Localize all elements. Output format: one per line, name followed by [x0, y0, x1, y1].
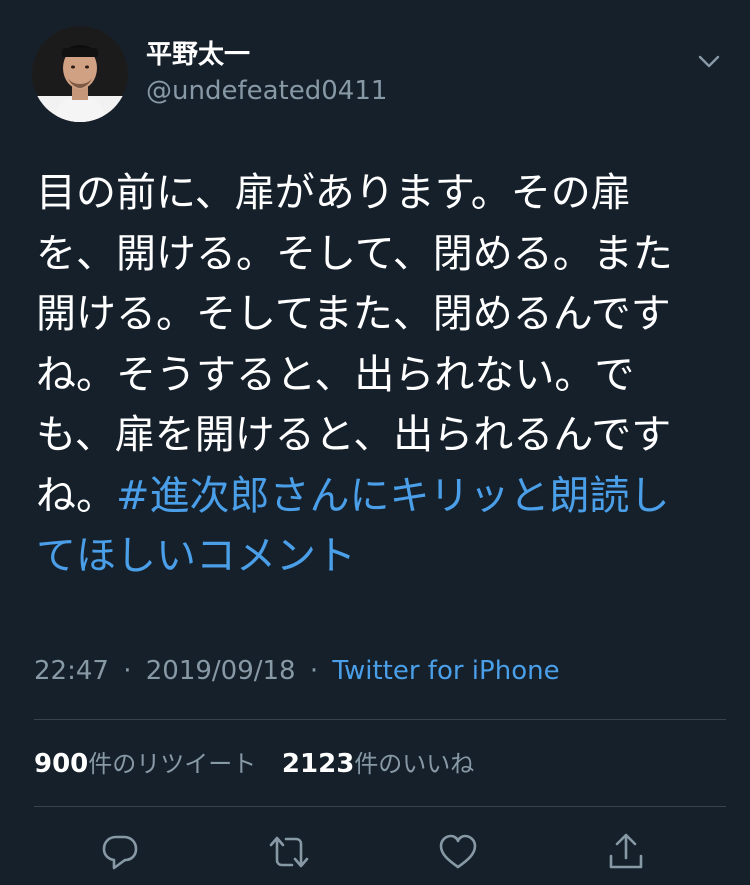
likes-label: 件のいいね — [354, 750, 475, 778]
user-handle[interactable]: @undefeated0411 — [146, 74, 387, 108]
divider — [34, 719, 726, 720]
tweet-source-link[interactable]: Twitter for iPhone — [332, 656, 559, 686]
tweet-text-line: 目の前に、扉があります。その扉 — [36, 170, 631, 216]
likes-count: 2123 — [281, 749, 355, 779]
tweet-text-line: も、扉を開けると、出られるんです — [36, 412, 672, 458]
tweet-stats: 900件のリツイート 2123件のいいね — [34, 744, 474, 779]
separator-dot: · — [123, 656, 132, 686]
retweets-count: 900 — [34, 749, 89, 779]
tweet-text-line: 開ける。そしてまた、閉めるんです — [36, 291, 671, 337]
likes-stat[interactable]: 2123件のいいね — [281, 749, 475, 779]
chevron-down-icon[interactable] — [692, 44, 726, 78]
tweet-text: 目の前に、扉があります。その扉 を、開ける。そして、閉める。また 開ける。そして… — [36, 163, 716, 587]
retweet-icon[interactable] — [267, 830, 311, 874]
tweet-metadata: 22:47 · 2019/09/18 · Twitter for iPhone — [34, 656, 560, 686]
divider — [34, 806, 726, 807]
tweet-text-line: を、開ける。そして、閉める。また — [36, 230, 673, 277]
display-name[interactable]: 平野太一 — [146, 40, 387, 70]
tweet-time: 22:47 — [34, 656, 109, 686]
share-icon[interactable] — [604, 830, 648, 874]
avatar-image — [32, 26, 128, 122]
hashtag-link[interactable]: #進次郎さんにキリッと朗読し — [116, 473, 670, 519]
tweet-text-fragment: ね。 — [36, 472, 116, 519]
action-bar — [0, 826, 750, 878]
separator-dot: · — [309, 656, 319, 686]
reply-icon[interactable] — [98, 830, 142, 874]
retweets-stat[interactable]: 900件のリツイート — [34, 749, 257, 779]
tweet-date: 2019/09/18 — [145, 656, 296, 686]
hashtag-link-continued[interactable]: てほしいコメント — [36, 526, 716, 587]
user-meta: 平野太一 @undefeated0411 — [146, 40, 387, 108]
tweet-header: 平野太一 @undefeated0411 — [32, 26, 730, 122]
retweets-label: 件のリツイート — [88, 750, 257, 778]
tweet-text-line: ね。#進次郎さんにキリッと朗読し — [36, 466, 716, 527]
avatar[interactable] — [32, 26, 128, 122]
tweet-detail: 平野太一 @undefeated0411 目の前に、扉があります。その扉 を、開… — [0, 0, 750, 885]
heart-icon[interactable] — [436, 830, 480, 874]
tweet-text-line: ね。そうすると、出られない。で — [36, 351, 635, 398]
